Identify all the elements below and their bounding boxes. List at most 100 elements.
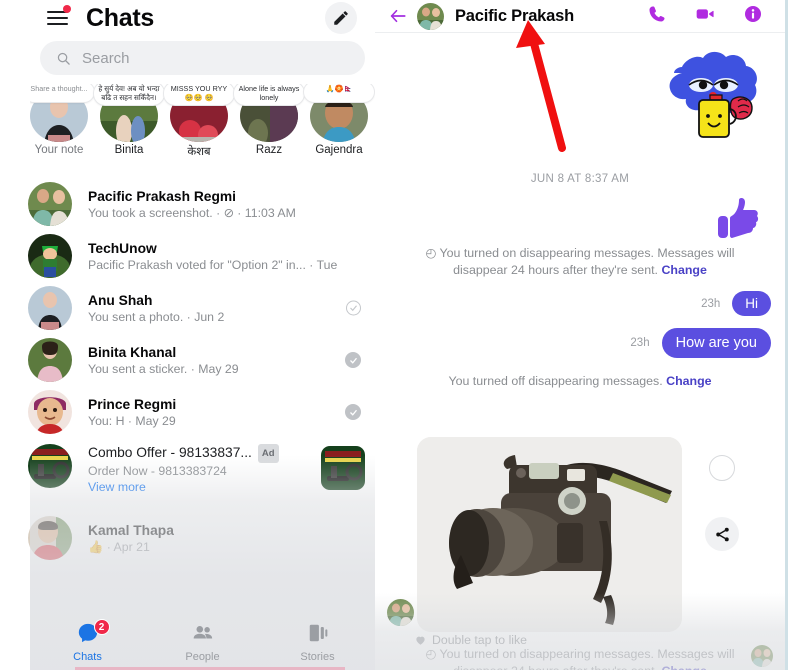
people-icon xyxy=(193,625,212,638)
message-timestamp: 23h xyxy=(630,337,650,349)
search-icon xyxy=(57,52,70,65)
check-filled-icon xyxy=(345,352,361,368)
story-item[interactable]: हे सुर्य देव! अब यो भन्दा बढि त सहन सकिँ… xyxy=(94,84,164,160)
search-input[interactable]: Search xyxy=(40,41,365,75)
bottom-navigation[interactable]: 2 Chats People Stories xyxy=(30,614,375,670)
heart-icon xyxy=(416,636,425,645)
avatar xyxy=(28,516,72,560)
message-bubble[interactable]: Hi xyxy=(732,291,771,316)
system-note-disappearing-on-1: ◴ You turned on disappearing messages. M… xyxy=(415,245,745,279)
seen-avatar xyxy=(751,645,773,667)
chat-name: Prince Regmi xyxy=(88,396,177,412)
message-out-hi[interactable]: 23h Hi xyxy=(701,291,771,316)
chat-name: Kamal Thapa xyxy=(88,522,174,538)
chat-list[interactable]: Pacific Prakash Regmi You took a screens… xyxy=(0,178,375,608)
chat-snippet: You took a screenshot. · ⊘ · 11:03 AM xyxy=(88,205,296,220)
hamburger-menu-button[interactable] xyxy=(42,5,72,31)
story-note-bubble: हे सुर्य देव! अब यो भन्दा बढि त सहन सकिँ… xyxy=(94,84,164,106)
message-status-icon xyxy=(345,352,361,368)
story-item[interactable]: 🙏🏵️🇳🇵 Gajendra xyxy=(304,84,374,160)
back-button[interactable] xyxy=(385,7,411,25)
chat-row-anu-shah[interactable]: Anu Shah You sent a photo. · Jun 2 xyxy=(0,282,375,334)
compose-button[interactable] xyxy=(325,2,357,34)
chat-name: Anu Shah xyxy=(88,292,153,308)
page-title: Chats xyxy=(86,3,154,32)
story-name: Razz xyxy=(255,144,283,156)
video-call-button[interactable] xyxy=(693,4,717,29)
check-filled-icon xyxy=(345,404,361,420)
avatar[interactable] xyxy=(417,2,444,30)
chat-row-techunow[interactable]: TechUnow Pacific Prakash voted for "Opti… xyxy=(0,230,375,282)
chat-snippet: 👍 · Apr 21 xyxy=(88,539,150,554)
chat-row-pacific-prakash-regmi[interactable]: Pacific Prakash Regmi You took a screens… xyxy=(0,178,375,230)
info-circle-icon xyxy=(745,5,761,22)
avatar xyxy=(28,444,72,488)
messenger-app-screenshot: Chats Search Share a thought... Your not… xyxy=(0,0,800,670)
nav-tab-people[interactable]: People xyxy=(145,622,260,663)
story-name: Your note xyxy=(34,144,84,156)
change-link[interactable]: Change xyxy=(666,374,711,388)
clock-icon: ◴ xyxy=(425,647,437,661)
notes-stories-tray[interactable]: Share a thought... Your note हे सुर्य दे… xyxy=(30,84,375,160)
message-timestamp: 23h xyxy=(701,297,721,310)
avatar xyxy=(387,599,414,626)
double-tap-to-like-hint: Double tap to like xyxy=(415,633,527,647)
ad-title: Combo Offer - 98133837... xyxy=(88,445,252,461)
nav-tab-label: Chats xyxy=(73,650,102,663)
photo-message-dslr-camera[interactable] xyxy=(417,437,682,632)
left-header: Chats xyxy=(0,0,375,36)
ad-badge: Ad xyxy=(257,444,279,463)
check-outline-icon xyxy=(346,300,361,316)
system-note-text: You turned off disappearing messages. xyxy=(448,374,663,388)
story-item[interactable]: Share a thought... Your note xyxy=(30,84,94,160)
chat-row-kamal-thapa[interactable]: Kamal Thapa 👍 · Apr 21 xyxy=(0,512,375,564)
conversation-info-button[interactable] xyxy=(743,4,763,29)
system-note-disappearing-off: You turned off disappearing messages. Ch… xyxy=(415,373,745,390)
message-status-icon xyxy=(345,404,361,420)
story-note-bubble: Share a thought... xyxy=(30,84,94,102)
message-out-how-are-you[interactable]: 23h How are you xyxy=(630,328,771,358)
story-note-bubble: Alone life is always lonely xyxy=(234,84,304,106)
day-timestamp: JUN 8 AT 8:37 AM xyxy=(530,173,630,185)
chats-unread-badge: 2 xyxy=(93,618,110,635)
story-name: केशब xyxy=(187,146,211,158)
nav-tab-chats[interactable]: 2 Chats xyxy=(30,618,145,663)
share-button[interactable] xyxy=(705,517,739,551)
chat-row-text: Binita Khanal You sent a sticker. · May … xyxy=(88,344,375,377)
chat-name: Pacific Prakash Regmi xyxy=(88,188,237,204)
blue-blob-mug-sticker xyxy=(654,43,769,148)
chat-row-sponsored-ad[interactable]: Combo Offer - 98133837... Ad Order Now - … xyxy=(0,438,375,512)
chat-snippet: You sent a sticker. · May 29 xyxy=(88,361,239,376)
message-bubble[interactable]: How are you xyxy=(661,328,771,358)
select-circle-icon[interactable] xyxy=(709,455,735,481)
chat-snippet: You sent a photo. · Jun 2 xyxy=(88,309,225,324)
story-note-bubble: MISSS YOU RYY 🥺🥺 🥺 xyxy=(164,84,234,106)
story-name: Gajendra xyxy=(315,144,363,156)
story-name: Binita xyxy=(114,144,144,156)
nav-tab-label: People xyxy=(185,650,220,663)
double-tap-label: Double tap to like xyxy=(432,633,528,647)
avatar xyxy=(28,234,72,278)
avatar xyxy=(28,338,72,382)
story-item[interactable]: MISSS YOU RYY 🥺🥺 🥺 केशब xyxy=(164,84,234,160)
menu-notification-badge xyxy=(63,5,71,13)
conversation-title: Pacific Prakash xyxy=(455,6,574,25)
message-status-icon xyxy=(346,300,361,316)
nav-tab-stories[interactable]: Stories xyxy=(260,622,375,663)
clock-icon: ◴ xyxy=(425,246,437,260)
chat-name: Binita Khanal xyxy=(88,344,177,360)
chat-row-text: TechUnow Pacific Prakash voted for "Opti… xyxy=(88,240,375,273)
header-actions xyxy=(647,4,763,29)
chat-row-binita-khanal[interactable]: Binita Khanal You sent a sticker. · May … xyxy=(0,334,375,386)
conversation-right-panel: Pacific Prakash JUN 8 AT 8:37 AM ◴ You t… xyxy=(375,0,800,670)
chat-row-prince-regmi[interactable]: Prince Regmi You: H · May 29 xyxy=(0,386,375,438)
voice-call-button[interactable] xyxy=(647,4,667,29)
stories-icon xyxy=(309,624,327,641)
hamburger-menu-icon xyxy=(46,11,68,25)
message-thread[interactable]: JUN 8 AT 8:37 AM ◴ You turned on disappe… xyxy=(375,33,785,670)
change-link[interactable]: Change xyxy=(661,664,706,670)
ad-thumbnail[interactable] xyxy=(321,446,365,490)
change-link[interactable]: Change xyxy=(661,263,706,277)
conversation-header: Pacific Prakash xyxy=(375,0,785,33)
story-item[interactable]: Alone life is always lonely Razz xyxy=(234,84,304,160)
